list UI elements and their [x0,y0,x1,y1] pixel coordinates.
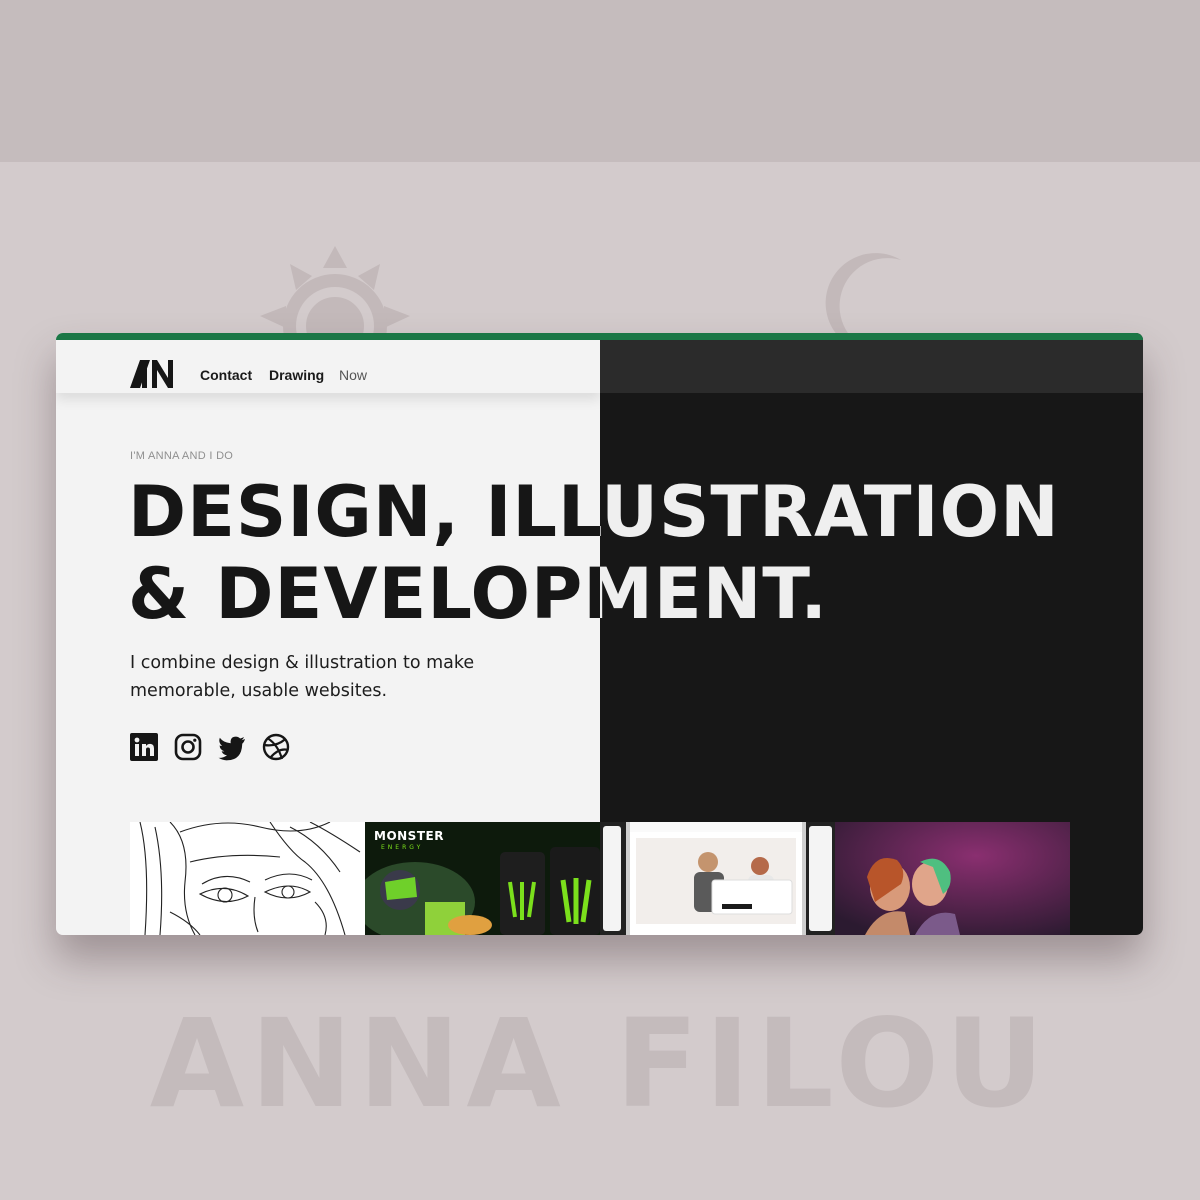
hero-intro: I combine design & illustration to make … [130,653,475,701]
instagram-icon[interactable] [174,733,202,761]
dark-theme-half: DESIGN, ILLUSTRATION & DEVELOPMENT. [600,333,1143,935]
monster-brand-text: MONSTER [374,829,444,843]
sketch-portrait-image [139,822,361,935]
background-title: ANNA FILOU [149,993,1051,1135]
browser-window: Contact Drawing Now I'M ANNA AND I DO DE… [56,333,1143,935]
light-theme-half: Contact Drawing Now I'M ANNA AND I DO DE… [56,333,600,935]
linkedin-icon[interactable] [130,733,158,761]
gallery-item-illustration-couple[interactable] [835,822,1070,935]
twitter-icon[interactable] [218,733,246,761]
headline-line-1-dark: DESIGN, ILLUSTRATION [600,471,1060,553]
portfolio-gallery: MONSTER ENERGY [130,822,600,935]
gallery-item-website-mockup[interactable] [600,822,835,935]
website-mockup-image [600,822,835,935]
hero-eyebrow: I'M ANNA AND I DO [130,450,234,462]
headline-line-2: & DEVELOPMENT. [128,553,600,635]
hero-section: I'M ANNA AND I DO DESIGN, ILLUSTRATION &… [56,333,600,935]
monster-brand-subtext: ENERGY [381,844,424,851]
portfolio-gallery-dark [600,822,1070,935]
accent-bar [56,333,1143,340]
background-top-band [0,0,1200,162]
hero-headline: DESIGN, ILLUSTRATION & DEVELOPMENT. [128,471,600,635]
illustration-couple-image [835,822,1070,935]
hero-headline-dark: DESIGN, ILLUSTRATION & DEVELOPMENT. [600,471,1060,635]
headline-line-2-dark: & DEVELOPMENT. [600,553,829,635]
gallery-item-sketch-portrait[interactable] [130,822,365,935]
headline-line-1: DESIGN, ILLUSTRATION [128,471,600,553]
gallery-item-monster-energy[interactable]: MONSTER ENERGY [365,822,600,935]
hero-section-dark: DESIGN, ILLUSTRATION & DEVELOPMENT. [600,333,1143,935]
dribbble-icon[interactable] [262,733,290,761]
